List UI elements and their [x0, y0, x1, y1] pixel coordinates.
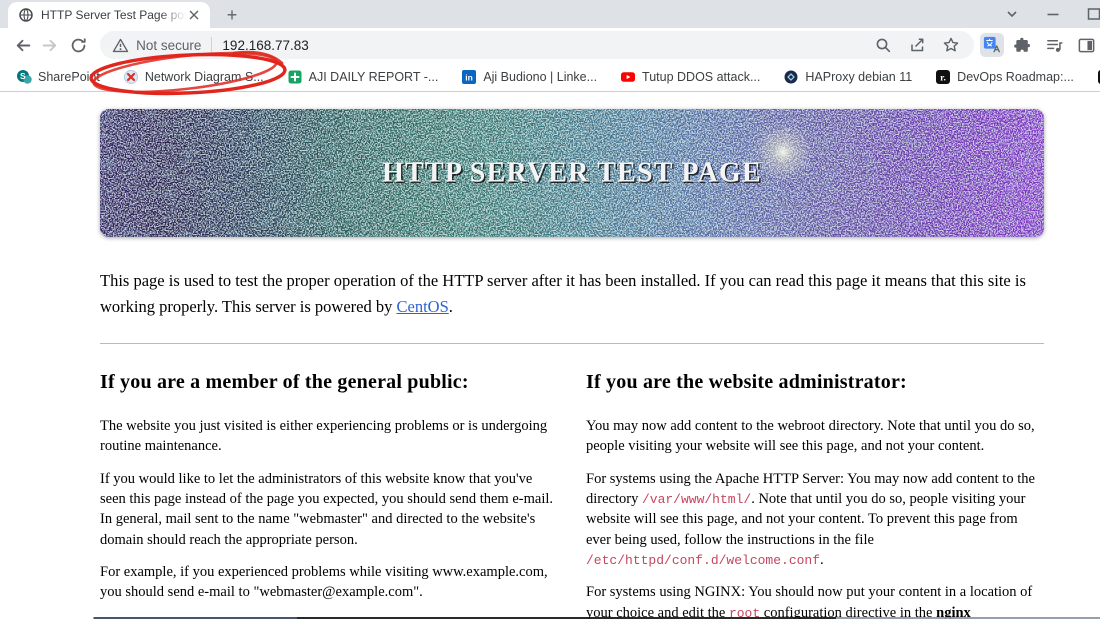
address-bar[interactable]: Not secure 192.168.77.83: [100, 31, 974, 59]
svg-text:S: S: [20, 71, 26, 81]
intro-text-after: .: [448, 296, 453, 316]
roadmap-icon: r.: [936, 69, 951, 84]
security-label[interactable]: Not secure: [136, 38, 201, 53]
tab-close-icon[interactable]: [186, 7, 202, 23]
globe-favicon-icon: [19, 8, 33, 22]
bookmark-devops-roadmap[interactable]: r. DevOps Roadmap:...: [927, 66, 1082, 88]
reload-button[interactable]: [66, 32, 91, 58]
admin-p2-text: .: [820, 551, 824, 568]
bookmark-star-icon[interactable]: [938, 32, 964, 58]
forward-button[interactable]: [38, 32, 63, 58]
not-secure-warning-icon[interactable]: [112, 37, 129, 54]
google-sheets-icon: [288, 70, 302, 83]
bookmark-label: Tutup DDOS attack...: [642, 69, 761, 84]
banner-title: HTTP SERVER TEST PAGE: [382, 158, 762, 189]
admin-paragraph-2: For systems using the Apache HTTP Server…: [586, 469, 1044, 570]
window-controls: [990, 0, 1100, 28]
apache-webroot-path: /var/www/html/: [641, 492, 752, 508]
admin-paragraph-3: For systems using NGINX: You should now …: [586, 582, 1044, 619]
welcome-conf-path: /etc/httpd/conf.d/welcome.conf: [586, 552, 821, 568]
intro-paragraph: This page is used to test the proper ope…: [100, 268, 1044, 319]
public-section-heading: If you are a member of the general publi…: [100, 371, 469, 394]
test-page-banner-image: HTTP SERVER TEST PAGE HTTP SERVER TEST P…: [100, 109, 1044, 237]
youtube-icon: [621, 71, 636, 82]
bookmark-aji-daily-report[interactable]: AJI DAILY REPORT -...: [279, 66, 447, 88]
tab-strip: HTTP Server Test Page powered +: [0, 0, 1100, 28]
svg-text:in: in: [466, 72, 474, 82]
search-icon[interactable]: [870, 32, 896, 58]
bookmark-label: Aji Budiono | Linke...: [483, 69, 598, 84]
admin-paragraph-1: You may now add content to the webroot d…: [586, 418, 1035, 455]
bookmark-linkedin[interactable]: in Aji Budiono | Linke...: [453, 66, 605, 88]
browser-tab[interactable]: HTTP Server Test Page powered: [8, 2, 210, 28]
extensions-area: [979, 32, 1100, 58]
bookmark-label: AJI DAILY REPORT -...: [308, 69, 439, 84]
side-panel-icon[interactable]: [1074, 32, 1100, 58]
website-administrator-section: If you are the website administrator: Yo…: [586, 371, 1044, 619]
bookmark-docker-roadmap[interactable]: r. Docker Roadmap -...: [1089, 66, 1100, 88]
media-controls-icon[interactable]: [1042, 32, 1068, 58]
network-diagram-icon: [123, 69, 138, 84]
minimize-icon[interactable]: [1045, 6, 1061, 22]
bookmark-label: DevOps Roadmap:...: [957, 69, 1074, 84]
general-public-section: If you are a member of the general publi…: [100, 371, 558, 619]
linkedin-icon: in: [462, 69, 477, 84]
bookmark-haproxy[interactable]: HAProxy debian 11: [775, 66, 920, 88]
new-tab-button[interactable]: +: [220, 3, 244, 27]
intro-text: This page is used to test the proper ope…: [100, 271, 1026, 316]
bookmark-label: Network Diagram S...: [144, 69, 264, 84]
browser-toolbar: Not secure 192.168.77.83: [0, 28, 1100, 96]
centos-link[interactable]: CentOS: [396, 297, 448, 316]
public-paragraph-2: If you would like to let the administrat…: [100, 470, 553, 548]
admin-section-heading: If you are the website administrator:: [586, 371, 907, 394]
google-translate-icon[interactable]: [979, 33, 1004, 57]
section-divider: [100, 343, 1044, 345]
extensions-puzzle-icon[interactable]: [1010, 32, 1036, 58]
web-page: HTTP SERVER TEST PAGE HTTP SERVER TEST P…: [0, 92, 1100, 619]
bookmark-network-diagram[interactable]: Network Diagram S...: [115, 66, 272, 88]
bookmark-youtube[interactable]: Tutup DDOS attack...: [612, 66, 768, 88]
haproxy-icon: [784, 70, 798, 83]
omnibox-divider: [211, 37, 213, 53]
public-paragraph-3: For example, if you experienced problems…: [100, 563, 548, 601]
bookmark-label: HAProxy debian 11: [805, 69, 913, 84]
tab-title: HTTP Server Test Page powered: [41, 8, 186, 22]
bookmark-sharepoint[interactable]: S SharePoint: [8, 66, 108, 88]
public-paragraph-1: The website you just visited is either e…: [100, 418, 548, 455]
bookmarks-bar: S SharePoint Network Diagram S... AJI DA…: [0, 62, 1100, 92]
maximize-icon[interactable]: [1086, 6, 1100, 22]
browser-window: HTTP Server Test Page powered +: [0, 0, 1100, 619]
back-button[interactable]: [10, 32, 35, 58]
share-icon[interactable]: [904, 32, 930, 58]
tab-search-chevron-icon[interactable]: [1004, 6, 1020, 22]
sharepoint-icon: S: [17, 69, 32, 84]
svg-text:r.: r.: [940, 73, 946, 83]
bookmark-label: SharePoint: [38, 69, 100, 84]
url-text[interactable]: 192.168.77.83: [222, 38, 308, 53]
